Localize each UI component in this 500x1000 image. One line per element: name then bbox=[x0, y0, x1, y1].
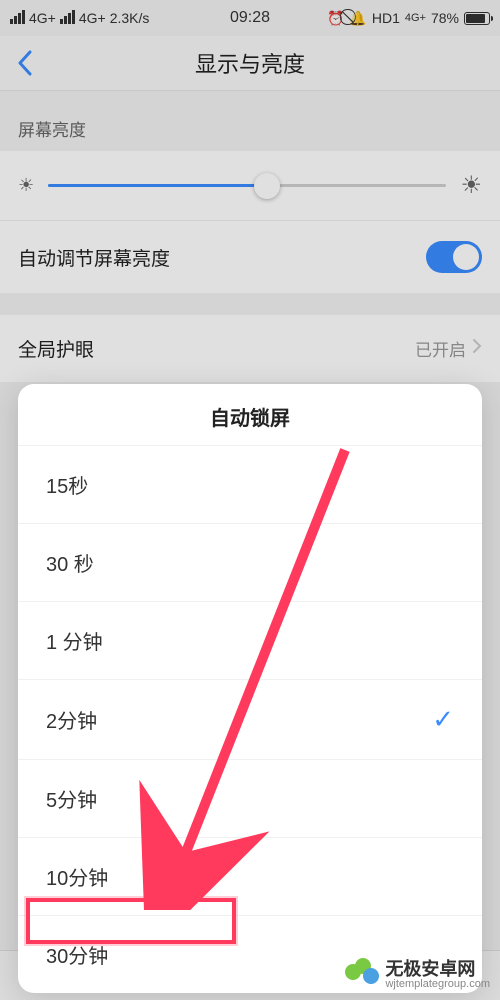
net-label-2: 4G+ bbox=[79, 10, 106, 26]
page-title: 显示与亮度 bbox=[195, 47, 305, 79]
brightness-slider-row: ☀ ☀ bbox=[0, 151, 500, 220]
brightness-high-icon: ☀ bbox=[460, 171, 482, 200]
hd-label: HD1 bbox=[372, 10, 400, 26]
watermark-url: wjtemplategroup.com bbox=[385, 978, 490, 990]
status-left: 4G+ 4G+ 2.3K/s bbox=[10, 10, 149, 27]
chevron-right-icon bbox=[472, 338, 482, 359]
status-right: ⏰ 🔔⃠ HD1 4G+ 78% bbox=[327, 10, 490, 27]
net-badge: 4G+ bbox=[405, 12, 426, 24]
dnd-icon: 🔔⃠ bbox=[349, 10, 366, 27]
net-speed: 2.3K/s bbox=[110, 10, 150, 26]
watermark: 无极安卓网 wjtemplategroup.com bbox=[345, 958, 490, 992]
brightness-low-icon: ☀ bbox=[18, 175, 34, 196]
net-label-1: 4G+ bbox=[29, 10, 56, 26]
option-30s[interactable]: 30 秒 bbox=[18, 523, 482, 601]
eye-protect-label: 全局护眼 bbox=[18, 335, 94, 362]
eye-protect-value: 已开启 bbox=[415, 336, 466, 361]
brightness-slider[interactable] bbox=[48, 184, 446, 187]
watermark-name: 无极安卓网 bbox=[385, 960, 490, 978]
option-5min[interactable]: 5分钟 bbox=[18, 759, 482, 837]
status-bar: 4G+ 4G+ 2.3K/s 09:28 ⏰ 🔔⃠ HD1 4G+ 78% bbox=[0, 0, 500, 36]
signal-2 bbox=[60, 10, 75, 27]
option-2min[interactable]: 2分钟✓ bbox=[18, 679, 482, 759]
nav-header: 显示与亮度 bbox=[0, 36, 500, 91]
brightness-card: ☀ ☀ 自动调节屏幕亮度 bbox=[0, 151, 500, 293]
watermark-logo-icon bbox=[345, 958, 379, 992]
auto-brightness-label: 自动调节屏幕亮度 bbox=[18, 244, 170, 271]
status-time: 09:28 bbox=[230, 9, 270, 27]
check-icon: ✓ bbox=[432, 704, 454, 735]
auto-brightness-row[interactable]: 自动调节屏幕亮度 bbox=[0, 220, 500, 293]
eye-protect-row[interactable]: 全局护眼 已开启 bbox=[0, 315, 500, 382]
annotation-highlight bbox=[26, 898, 236, 944]
brightness-section-label: 屏幕亮度 bbox=[0, 91, 500, 151]
alarm-icon: ⏰ bbox=[327, 10, 344, 27]
option-1min[interactable]: 1 分钟 bbox=[18, 601, 482, 679]
battery-icon bbox=[464, 12, 490, 25]
sheet-title: 自动锁屏 bbox=[18, 384, 482, 445]
signal-1 bbox=[10, 10, 25, 27]
back-button[interactable] bbox=[0, 50, 50, 76]
auto-brightness-toggle[interactable] bbox=[426, 241, 482, 273]
battery-pct: 78% bbox=[431, 10, 459, 26]
option-15s[interactable]: 15秒 bbox=[18, 445, 482, 523]
